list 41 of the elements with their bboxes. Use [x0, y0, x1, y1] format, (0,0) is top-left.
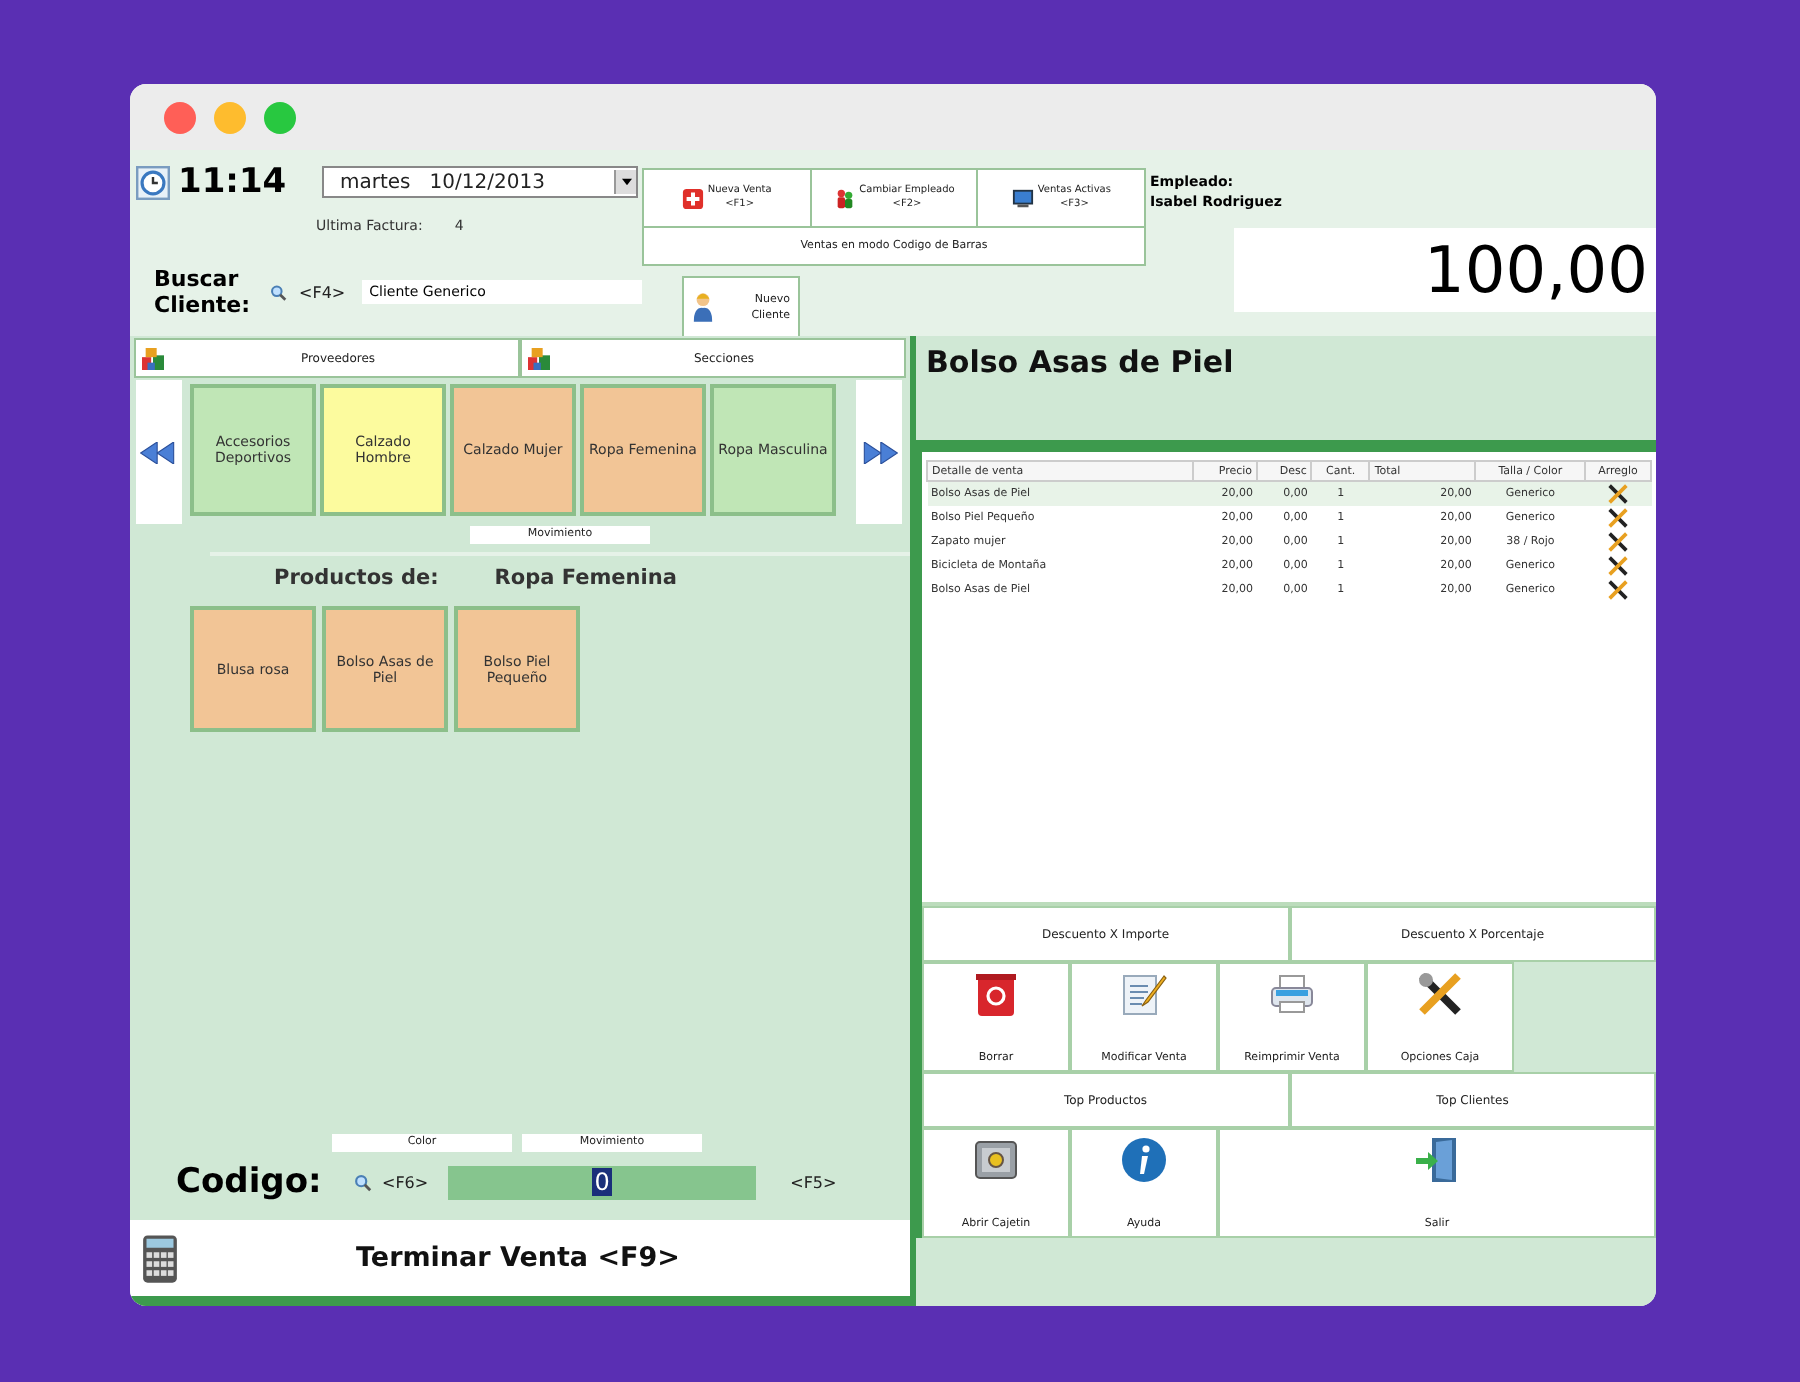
plus-icon: [681, 187, 704, 209]
printer-icon: [1268, 970, 1316, 1018]
previous-button[interactable]: [136, 380, 182, 524]
customer-label: Buscar Cliente:: [154, 266, 246, 318]
clock-icon: [136, 165, 170, 199]
tools-icon[interactable]: [1608, 580, 1628, 600]
trash-icon: [972, 970, 1020, 1018]
calculator-icon: [142, 1233, 178, 1283]
shortcut-label: <F5>: [790, 1173, 837, 1191]
total-amount: 100,00: [1234, 228, 1656, 312]
code-field[interactable]: 0: [448, 1165, 757, 1199]
products-category: Ropa Femenina: [494, 566, 677, 590]
clock-time: 11:14: [178, 162, 289, 202]
safe-icon: [972, 1136, 1020, 1184]
people-icon: [833, 187, 856, 209]
products-label: Productos de:: [274, 566, 439, 590]
document-pencil-icon: [1120, 970, 1168, 1018]
next-button[interactable]: [856, 380, 902, 524]
tools-icon[interactable]: [1608, 508, 1628, 528]
info-icon: [1120, 1136, 1168, 1184]
person-icon: [692, 290, 714, 324]
current-product-title: Bolso Asas de Piel: [926, 344, 1234, 380]
double-right-arrow-icon: [860, 441, 898, 463]
shortcut-label: <F6>: [382, 1173, 429, 1191]
caret-icon: [621, 178, 631, 186]
finish-sale-button[interactable]: Terminar Venta <F9>: [130, 1220, 910, 1296]
tools-icon: [1416, 970, 1464, 1018]
boxes-icon: [528, 347, 550, 369]
tools-icon[interactable]: [1608, 556, 1628, 576]
tools-icon[interactable]: [1608, 484, 1628, 504]
tools-icon[interactable]: [1608, 532, 1628, 552]
shortcut-label: <F4>: [299, 283, 346, 301]
search-icon[interactable]: [354, 1173, 372, 1191]
date-dropdown[interactable]: martes 10/12/2013: [322, 166, 638, 198]
boxes-icon: [142, 347, 164, 369]
code-label: Codigo:: [176, 1162, 324, 1202]
search-icon[interactable]: [270, 283, 288, 301]
monitor-icon: [1011, 187, 1034, 209]
exit-door-icon: [1413, 1136, 1461, 1184]
close-button[interactable]: [164, 101, 196, 133]
double-left-arrow-icon: [140, 441, 178, 463]
